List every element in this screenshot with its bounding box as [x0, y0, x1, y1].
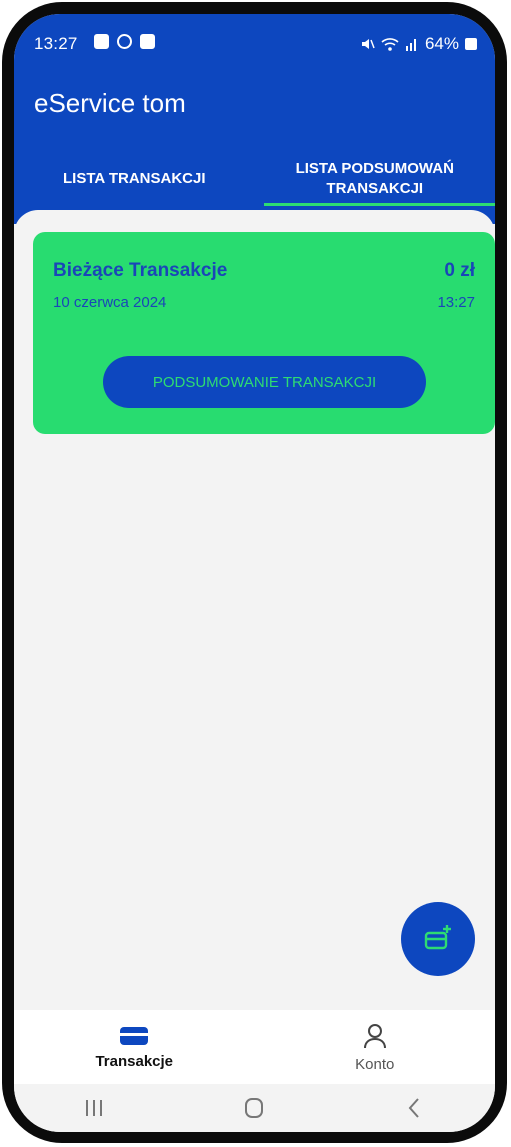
nav-label-transactions: Transakcje: [95, 1052, 174, 1070]
signal-icon: [405, 39, 416, 51]
wifi-icon: [381, 38, 399, 51]
transaction-summary-button[interactable]: PODSUMOWANIE TRANSAKCJI: [103, 356, 426, 408]
mute-icon: [361, 39, 375, 49]
card-icon: [120, 1026, 149, 1045]
bottom-navigation: Transakcje Konto: [14, 1010, 495, 1084]
status-time: 13:27: [34, 34, 78, 53]
gallery-icon: [94, 34, 109, 49]
location-icon: [117, 34, 132, 49]
card-title: Bieżące Transakcje: [53, 260, 228, 281]
back-button[interactable]: [385, 1093, 445, 1123]
tab-indicator: [264, 203, 495, 206]
card-time: 13:27: [437, 294, 475, 311]
battery-percent: 64%: [424, 34, 459, 53]
screen: 13:27 64% eService tom LISTA TRANSAKCJI …: [14, 14, 495, 1132]
nav-item-account[interactable]: Konto: [255, 1010, 496, 1084]
tab-transactions-list[interactable]: LISTA TRANSAKCJI: [14, 144, 255, 214]
nav-label-account: Konto: [355, 1055, 395, 1073]
app-bar: 13:27 64% eService tom LISTA TRANSAKCJI …: [14, 14, 495, 224]
card-date: 10 czerwca 2024: [53, 294, 167, 311]
phone-frame: 13:27 64% eService tom LISTA TRANSAKCJI …: [2, 2, 507, 1143]
status-notification-icons: [94, 34, 155, 49]
system-navigation-bar: [14, 1084, 495, 1132]
checkbox-icon: [140, 34, 155, 49]
tab-label: LISTA PODSUMOWAŃ TRANSAKCJI: [295, 160, 454, 197]
home-button[interactable]: [224, 1093, 284, 1123]
card-amount: 0 zł: [444, 260, 475, 281]
person-icon: [363, 1023, 386, 1048]
tab-label: LISTA TRANSAKCJI: [63, 170, 206, 187]
status-right: 64%: [359, 34, 477, 54]
summary-button-label: PODSUMOWANIE TRANSAKCJI: [152, 373, 377, 391]
add-card-icon: [424, 925, 451, 950]
add-transaction-fab[interactable]: [401, 902, 475, 976]
current-transactions-card: Bieżące Transakcje 0 zł 10 czerwca 2024 …: [33, 232, 495, 434]
recent-apps-button[interactable]: [64, 1093, 124, 1123]
status-bar: 13:27 64%: [14, 14, 495, 72]
back-icon: [408, 1098, 419, 1118]
battery-icon: [465, 38, 477, 50]
recent-apps-icon: [86, 1100, 103, 1116]
tab-bar: LISTA TRANSAKCJI LISTA PODSUMOWAŃ TRANSA…: [14, 144, 495, 214]
app-title: eService tom: [34, 88, 186, 118]
nav-item-transactions[interactable]: Transakcje: [14, 1010, 255, 1084]
home-icon: [245, 1098, 264, 1118]
